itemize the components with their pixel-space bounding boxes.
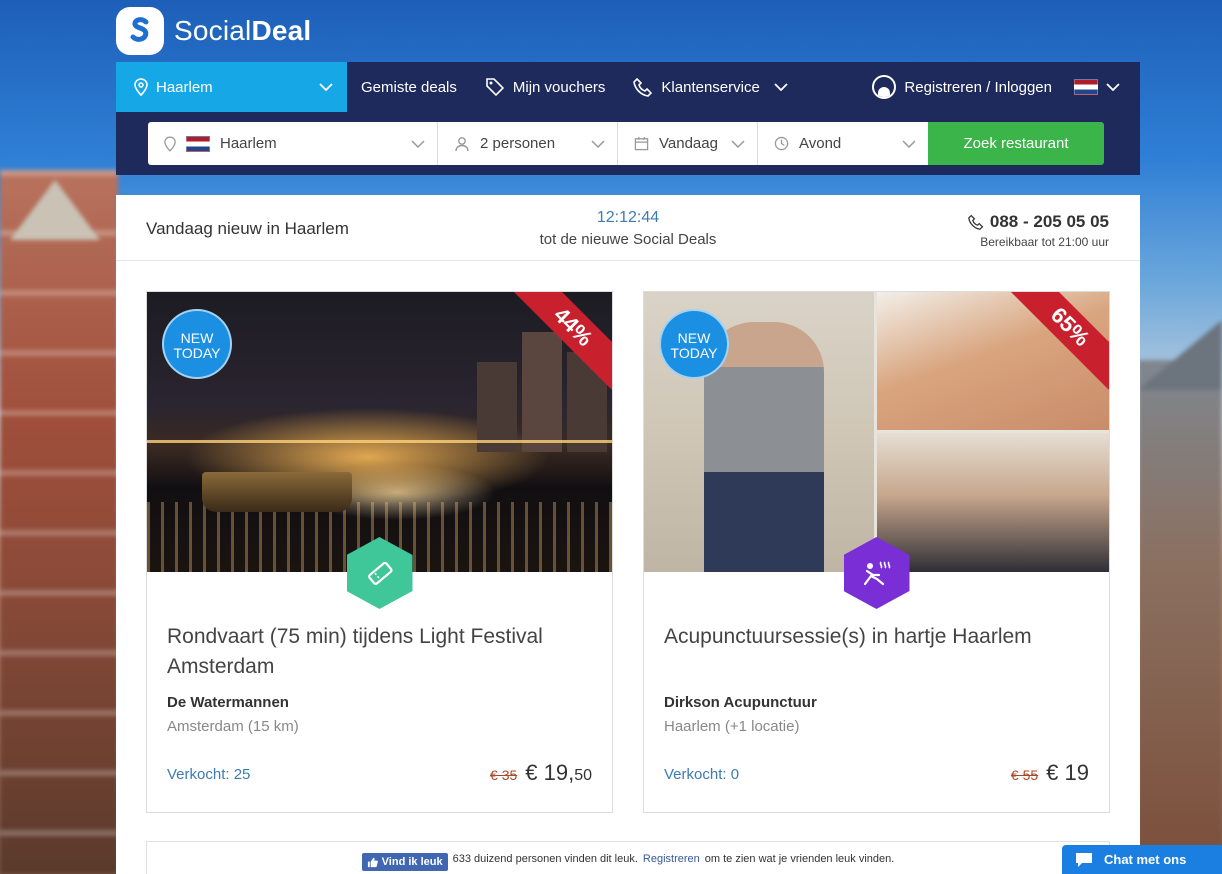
chevron-down-icon	[774, 83, 788, 91]
logo-icon	[116, 7, 164, 55]
logo[interactable]: SocialDeal	[116, 6, 311, 56]
phone-icon	[968, 214, 984, 230]
background-building-left	[0, 170, 118, 874]
deal-title[interactable]: Rondvaart (75 min) tijdens Light Festiva…	[167, 622, 592, 682]
old-price: € 35	[490, 767, 518, 783]
deal-sold-count: Verkocht: 0	[664, 766, 740, 783]
search-time-field[interactable]: Avond	[758, 122, 928, 165]
person-icon	[455, 136, 469, 151]
chat-bubble-icon	[1076, 852, 1092, 867]
chevron-down-icon	[411, 139, 425, 148]
deal-card[interactable]: NEW TODAY 44% Rondvaart (75 min) tijdens …	[146, 291, 613, 813]
deal-merchant: Dirkson Acupunctuur	[664, 694, 817, 711]
new-today-badge: NEW TODAY	[162, 309, 232, 379]
user-icon	[872, 75, 897, 99]
nav-gemiste-deals[interactable]: Gemiste deals	[347, 62, 471, 112]
search-restaurant-button[interactable]: Zoek restaurant	[928, 122, 1104, 165]
phone-icon	[633, 77, 653, 97]
location-pin-icon	[164, 135, 176, 152]
deal-sold-count: Verkocht: 25	[167, 766, 251, 783]
search-date-field[interactable]: Vandaag	[618, 122, 758, 165]
logo-text: SocialDeal	[174, 15, 312, 46]
chevron-down-icon	[731, 139, 745, 148]
deal-list: NEW TODAY 44% Rondvaart (75 min) tijdens …	[146, 291, 1110, 813]
deals-panel: Vandaag nieuw in Haarlem 12:12:44 tot de…	[116, 195, 1140, 874]
deal-location: Amsterdam (15 km)	[167, 718, 299, 735]
facebook-like-button[interactable]: Vind ik leuk	[361, 853, 448, 871]
restaurant-search-bar: Haarlem 2 personen Vandaag Avond Zoek re…	[116, 112, 1140, 175]
calendar-icon	[634, 136, 649, 151]
facebook-like-text: om te zien wat je vrienden leuk vinden.	[704, 853, 895, 865]
flag-nl-icon	[1074, 79, 1098, 95]
thumbs-up-icon	[367, 857, 378, 867]
new-price: € 19	[1046, 760, 1089, 785]
city-selector[interactable]: Haarlem	[116, 62, 347, 112]
chevron-down-icon	[591, 139, 605, 148]
chat-button[interactable]: Chat met ons	[1062, 845, 1222, 874]
search-city-field[interactable]: Haarlem	[148, 122, 438, 165]
deal-image: NEW TODAY 65%	[644, 292, 1109, 572]
city-label: Haarlem	[156, 78, 213, 96]
deal-title[interactable]: Acupunctuursessie(s) in hartje Haarlem	[664, 622, 1089, 652]
chevron-down-icon	[319, 83, 333, 91]
deal-image: NEW TODAY 44%	[147, 292, 612, 572]
availability: Bereikbaar tot 21:00 uur	[980, 235, 1109, 249]
login-link[interactable]: Registreren / Inloggen	[872, 62, 1074, 112]
chevron-down-icon	[902, 139, 916, 148]
chevron-down-icon	[1106, 83, 1120, 91]
deal-card[interactable]: NEW TODAY 65% Acupunctuursessie(s) in har…	[643, 291, 1110, 813]
phone-number[interactable]: 088 - 205 05 05	[968, 212, 1109, 232]
main-nav: Haarlem Gemiste deals Mijn vouchers Klan…	[116, 62, 1140, 112]
nav-klantenservice[interactable]: Klantenservice	[619, 62, 801, 112]
clock-icon	[774, 136, 789, 151]
nav-mijn-vouchers[interactable]: Mijn vouchers	[471, 62, 620, 112]
new-today-badge: NEW TODAY	[659, 309, 729, 379]
panel-header: Vandaag nieuw in Haarlem 12:12:44 tot de…	[116, 195, 1140, 261]
old-price: € 55	[1010, 767, 1039, 783]
facebook-register-link[interactable]: Registreren	[643, 853, 700, 865]
deal-price: € 35 € 19,50	[490, 760, 592, 786]
new-price: € 19,50	[525, 760, 592, 785]
background-building-right	[1138, 360, 1222, 874]
deal-price: € 55 € 19	[1011, 760, 1089, 786]
language-selector[interactable]	[1074, 62, 1140, 112]
deal-merchant: De Watermannen	[167, 694, 289, 711]
deal-location: Haarlem (+1 locatie)	[664, 718, 800, 735]
location-pin-icon	[134, 78, 148, 96]
flag-nl-icon	[186, 135, 210, 152]
search-persons-field[interactable]: 2 personen	[438, 122, 618, 165]
facebook-like-count: 633 duizend personen vinden dit leuk.	[452, 853, 638, 865]
facebook-like-bar: Vind ik leuk 633 duizend personen vinden…	[146, 841, 1110, 874]
contact-info: 088 - 205 05 05 Bereikbaar tot 21:00 uur	[968, 212, 1109, 249]
tag-icon	[486, 78, 505, 97]
